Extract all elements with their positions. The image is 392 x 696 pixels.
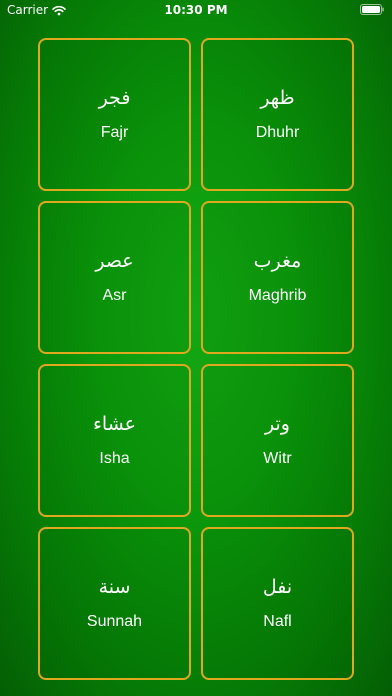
prayer-name: Asr bbox=[102, 287, 127, 304]
prayer-name: Witr bbox=[263, 450, 292, 467]
prayer-arabic-name: سنة bbox=[98, 576, 131, 598]
prayer-tile-sunnah[interactable]: سنة Sunnah bbox=[38, 527, 191, 680]
prayer-name: Nafl bbox=[263, 613, 292, 630]
prayer-name: Maghrib bbox=[248, 287, 307, 304]
prayer-name: Sunnah bbox=[86, 613, 143, 630]
prayer-arabic-name: وتر bbox=[265, 413, 290, 435]
prayer-arabic-name: عصر bbox=[95, 250, 134, 272]
prayer-arabic-name: ظهر bbox=[260, 87, 295, 109]
prayer-tile-maghrib[interactable]: مغرب Maghrib bbox=[201, 201, 354, 354]
prayer-arabic-name: عشاء bbox=[92, 413, 136, 435]
prayer-name: Dhuhr bbox=[255, 124, 300, 141]
prayer-tile-asr[interactable]: عصر Asr bbox=[38, 201, 191, 354]
prayer-tile-nafl[interactable]: نفل Nafl bbox=[201, 527, 354, 680]
prayer-grid: فجر Fajr ظهر Dhuhr عصر Asr مغرب Maghrib … bbox=[38, 38, 354, 680]
prayer-tile-dhuhr[interactable]: ظهر Dhuhr bbox=[201, 38, 354, 191]
prayer-name: Fajr bbox=[100, 124, 129, 141]
prayer-arabic-name: مغرب bbox=[253, 250, 302, 272]
status-bar: Carrier 10:30 PM bbox=[0, 0, 392, 22]
prayer-tile-fajr[interactable]: فجر Fajr bbox=[38, 38, 191, 191]
prayer-arabic-name: نفل bbox=[262, 576, 293, 598]
status-time: 10:30 PM bbox=[164, 3, 228, 17]
prayer-tile-isha[interactable]: عشاء Isha bbox=[38, 364, 191, 517]
prayer-arabic-name: فجر bbox=[98, 87, 131, 109]
prayer-tile-witr[interactable]: وتر Witr bbox=[201, 364, 354, 517]
prayer-name: Isha bbox=[99, 450, 130, 467]
battery-icon bbox=[360, 4, 384, 15]
